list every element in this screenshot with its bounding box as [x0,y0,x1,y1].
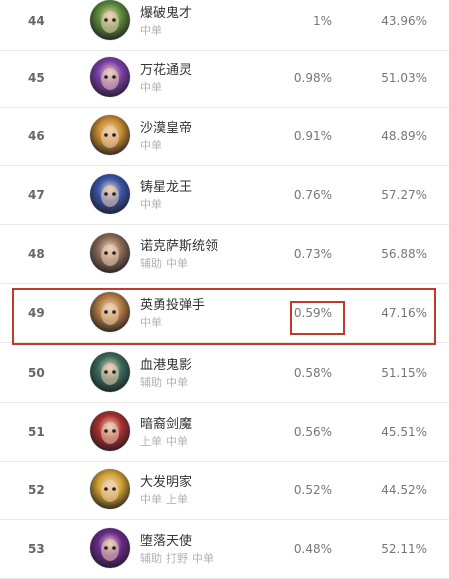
champion-name[interactable]: 沙漠皇帝 [140,117,192,136]
role-tag: 中单 [192,552,214,565]
champion-roles: 中单 上单 [140,491,192,507]
champion-name[interactable]: 血港鬼影 [140,354,192,373]
champion-name[interactable]: 暗裔剑魔 [140,413,192,432]
pick-rate: 0.73% [293,247,332,261]
table-row[interactable]: 45 万花通灵中单 0.98% 51.03% [0,49,449,108]
champion-avatar[interactable] [90,233,130,273]
champion-roles: 辅助 中单 [140,374,192,390]
table-row[interactable]: 52 大发明家 中单 上单 0.52% 44.52% [0,461,449,520]
role-tag: 辅助 [140,376,162,389]
champion-roles: 中单 [140,196,166,212]
champion-roles: 辅助 中单 [140,255,192,271]
role-tag: 中单 [140,493,162,506]
pick-rate: 0.58% [293,366,332,380]
role-tag: 中单 [140,81,162,94]
win-rate: 44.52% [381,483,427,497]
role-tag: 上单 [140,435,162,448]
champion-name[interactable]: 铸星龙王 [140,176,192,195]
role-tag: 中单 [140,24,162,37]
pick-rate: 0.76% [293,188,332,202]
champion-avatar[interactable] [90,115,130,155]
role-tag: 打野 [166,552,188,565]
win-rate: 51.03% [381,71,427,85]
win-rate: 45.51% [381,425,427,439]
rank-number: 53 [28,542,45,556]
champion-avatar[interactable] [90,174,130,214]
role-tag: 中单 [166,257,188,270]
champion-name[interactable]: 大发明家 [140,471,192,490]
table-row[interactable]: 53 堕落天使 辅助 打野 中单 0.48% 52.11% [0,520,449,579]
win-rate: 56.88% [381,247,427,261]
role-tag: 上单 [166,493,188,506]
champion-roles: 中单 [140,137,166,153]
table-row[interactable]: 47 铸星龙王中单 0.76% 57.27% [0,166,449,225]
champion-avatar[interactable] [90,57,130,97]
champion-avatar[interactable] [90,411,130,451]
rank-number: 52 [28,483,45,497]
win-rate: 51.15% [381,366,427,380]
champion-avatar[interactable] [90,0,130,40]
champion-roles: 中单 [140,22,166,38]
pick-rate: 0.91% [293,129,332,143]
pick-rate: 0.98% [293,71,332,85]
rank-number: 51 [28,425,45,439]
pick-rate: 1% [312,14,332,28]
table-row[interactable]: 48 诺克萨斯统领 辅助 中单 0.73% 56.88% [0,225,449,284]
role-tag: 辅助 [140,552,162,565]
rank-number: 47 [28,188,45,202]
rank-number: 44 [28,14,45,28]
rank-number: 48 [28,247,45,261]
champion-roles: 辅助 打野 中单 [140,550,218,566]
champion-avatar[interactable] [90,352,130,392]
champion-roles: 中单 [140,79,166,95]
champion-avatar[interactable] [90,528,130,568]
win-rate: 57.27% [381,188,427,202]
pick-rate: 0.56% [293,425,332,439]
champion-avatar[interactable] [90,469,130,509]
rank-number: 50 [28,366,45,380]
win-rate: 43.96% [381,14,427,28]
champion-name[interactable]: 堕落天使 [140,530,192,549]
pick-rate: 0.52% [293,483,332,497]
champion-roles: 上单 中单 [140,433,192,449]
table-row[interactable]: 46 沙漠皇帝中单 0.91% 48.89% [0,107,449,166]
highlight-row-outline [12,288,436,345]
role-tag: 中单 [166,376,188,389]
table-row[interactable]: 44 爆破鬼才中单 1% 43.96% [0,0,449,51]
role-tag: 中单 [140,198,162,211]
win-rate: 52.11% [381,542,427,556]
table-row[interactable]: 50 血港鬼影 辅助 中单 0.58% 51.15% [0,344,449,403]
role-tag: 中单 [140,139,162,152]
win-rate: 48.89% [381,129,427,143]
highlight-pick-rate-outline [290,301,345,335]
pick-rate: 0.48% [293,542,332,556]
champion-name[interactable]: 爆破鬼才 [140,2,192,21]
champion-name[interactable]: 诺克萨斯统领 [140,235,218,254]
table-row[interactable]: 51 暗裔剑魔 上单 中单 0.56% 45.51% [0,403,449,462]
role-tag: 中单 [166,435,188,448]
rank-number: 46 [28,129,45,143]
champion-name[interactable]: 万花通灵 [140,59,192,78]
rank-number: 45 [28,71,45,85]
role-tag: 辅助 [140,257,162,270]
